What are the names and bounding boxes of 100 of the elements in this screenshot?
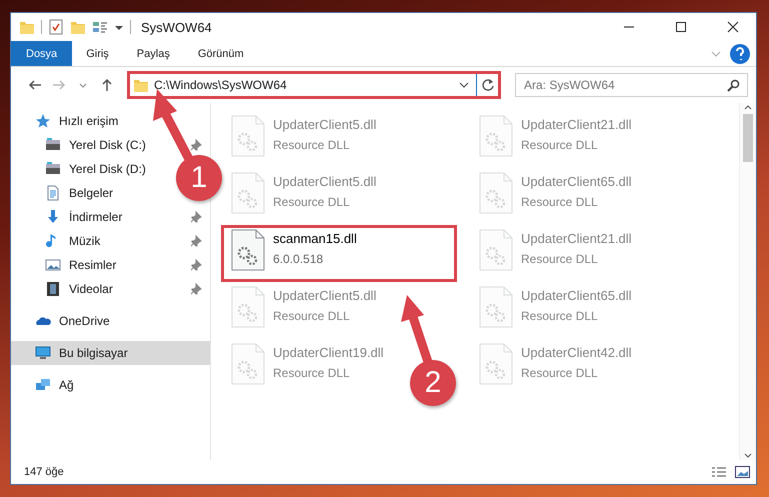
document-icon bbox=[45, 185, 61, 201]
dll-file-icon bbox=[479, 115, 513, 157]
dll-file-icon bbox=[231, 172, 265, 214]
sidebar-item[interactable]: Ağ bbox=[11, 373, 80, 397]
sidebar-label: Bu bilgisayar bbox=[59, 346, 128, 360]
up-icon bbox=[100, 78, 114, 92]
scrollbar-thumb[interactable] bbox=[743, 114, 753, 162]
file-name: UpdaterClient65.dll bbox=[521, 174, 632, 189]
file-detail: Resource DLL bbox=[521, 138, 599, 152]
file-name: UpdaterClient5.dll bbox=[273, 117, 376, 132]
properties-icon bbox=[92, 19, 108, 35]
back-icon bbox=[28, 78, 42, 92]
sidebar-label: Yerel Disk (D:) bbox=[69, 162, 146, 176]
file-item[interactable]: UpdaterClient65.dll Resource DLL bbox=[469, 282, 638, 339]
file-item[interactable]: UpdaterClient65.dll Resource DLL bbox=[469, 168, 638, 225]
sidebar-item[interactable]: Belgeler bbox=[11, 181, 120, 205]
dll-file-icon bbox=[231, 229, 265, 271]
file-name: UpdaterClient21.dll bbox=[521, 231, 632, 246]
details-view-icon bbox=[711, 466, 727, 478]
sidebar-label: Müzik bbox=[69, 234, 100, 248]
sidebar-item[interactable]: Resimler bbox=[11, 253, 122, 277]
file-name: scanman15.dll bbox=[273, 231, 357, 246]
maximize-icon bbox=[675, 21, 687, 33]
download-icon bbox=[45, 209, 61, 225]
file-detail: Resource DLL bbox=[521, 309, 599, 323]
sidebar-label: Hızlı erişim bbox=[59, 114, 118, 128]
ribbon-tab[interactable]: Giriş bbox=[72, 41, 123, 66]
sidebar-item[interactable]: Yerel Disk (C:) bbox=[11, 133, 152, 157]
file-detail: Resource DLL bbox=[273, 138, 351, 152]
picture-view-icon bbox=[735, 466, 750, 478]
drive-icon bbox=[45, 137, 61, 153]
file-item[interactable]: UpdaterClient19.dll Resource DLL bbox=[221, 339, 390, 396]
sidebar-item[interactable]: Müzik bbox=[11, 229, 106, 253]
monitor-icon bbox=[35, 345, 51, 361]
step-number: 1 bbox=[176, 155, 222, 201]
forward-icon bbox=[52, 78, 66, 92]
folder-icon bbox=[19, 19, 35, 35]
sidebar-item[interactable]: Hızlı erişim bbox=[11, 109, 124, 133]
window-title: SysWOW64 bbox=[141, 20, 212, 34]
sidebar-label: Belgeler bbox=[69, 186, 114, 200]
step-number: 2 bbox=[410, 360, 456, 406]
file-detail: Resource DLL bbox=[273, 366, 351, 380]
file-item[interactable]: UpdaterClient42.dll Resource DLL bbox=[469, 339, 638, 396]
star-icon bbox=[35, 113, 51, 129]
film-icon bbox=[45, 281, 61, 297]
file-item[interactable]: UpdaterClient5.dll Resource DLL bbox=[221, 111, 382, 168]
sidebar-item[interactable]: Videolar bbox=[11, 277, 119, 301]
checklist-icon bbox=[48, 19, 64, 35]
item-count: 147 öğe bbox=[24, 466, 64, 478]
dll-file-icon bbox=[479, 343, 513, 385]
sidebar-item[interactable]: Bu bilgisayar bbox=[11, 341, 210, 365]
file-detail: Resource DLL bbox=[273, 195, 351, 209]
file-detail: Resource DLL bbox=[521, 252, 599, 266]
file-name: UpdaterClient42.dll bbox=[521, 345, 632, 360]
file-name: UpdaterClient5.dll bbox=[273, 174, 376, 189]
scroll-down-icon bbox=[743, 452, 753, 460]
refresh-icon bbox=[480, 78, 494, 92]
dll-file-icon bbox=[231, 286, 265, 328]
sidebar-label: OneDrive bbox=[59, 314, 110, 328]
scroll-up-icon bbox=[743, 103, 753, 111]
search-icon bbox=[727, 79, 740, 92]
dll-file-icon bbox=[479, 229, 513, 271]
dll-file-icon bbox=[479, 172, 513, 214]
drive-icon bbox=[45, 161, 61, 177]
scrollbar[interactable] bbox=[739, 103, 756, 460]
sidebar-label: Videolar bbox=[69, 282, 113, 296]
file-item[interactable]: UpdaterClient5.dll Resource DLL bbox=[221, 282, 382, 339]
address-field[interactable]: C:\Windows\SysWOW64 bbox=[127, 71, 501, 99]
sidebar-label: İndirmeler bbox=[69, 210, 122, 224]
dll-file-icon bbox=[231, 343, 265, 385]
close-icon bbox=[727, 21, 739, 33]
search-field[interactable]: Ara: SysWOW64 bbox=[515, 73, 748, 97]
file-detail: Resource DLL bbox=[273, 309, 351, 323]
file-item[interactable]: UpdaterClient21.dll Resource DLL bbox=[469, 225, 638, 282]
sidebar-item[interactable]: İndirmeler bbox=[11, 205, 128, 229]
sidebar-label: Yerel Disk (C:) bbox=[69, 138, 146, 152]
file-item[interactable]: scanman15.dll 6.0.0.518 bbox=[221, 225, 457, 282]
sidebar-label: Ağ bbox=[59, 378, 74, 392]
details-view-button[interactable] bbox=[711, 466, 727, 478]
sidebar-item[interactable]: OneDrive bbox=[11, 309, 116, 333]
picture-icon bbox=[45, 257, 61, 273]
dll-file-icon bbox=[231, 115, 265, 157]
file-item[interactable]: UpdaterClient5.dll Resource DLL bbox=[221, 168, 382, 225]
file-item[interactable]: UpdaterClient21.dll Resource DLL bbox=[469, 111, 638, 168]
dll-file-icon bbox=[479, 286, 513, 328]
file-name: UpdaterClient21.dll bbox=[521, 117, 632, 132]
large-icons-view-button[interactable] bbox=[735, 466, 750, 478]
file-name: UpdaterClient5.dll bbox=[273, 288, 376, 303]
help-icon bbox=[730, 44, 750, 64]
file-detail: Resource DLL bbox=[521, 366, 599, 380]
file-detail: 6.0.0.518 bbox=[273, 252, 324, 266]
network-icon bbox=[35, 377, 51, 393]
file-name: UpdaterClient65.dll bbox=[521, 288, 632, 303]
sidebar-item[interactable]: Yerel Disk (D:) bbox=[11, 157, 152, 181]
ribbon-tab[interactable]: Dosya bbox=[11, 41, 72, 66]
ribbon-tab[interactable]: Görünüm bbox=[184, 41, 258, 66]
sidebar-label: Resimler bbox=[69, 258, 116, 272]
ribbon-tab[interactable]: Paylaş bbox=[122, 41, 184, 66]
folder-icon bbox=[133, 77, 149, 93]
file-detail: Resource DLL bbox=[521, 195, 599, 209]
